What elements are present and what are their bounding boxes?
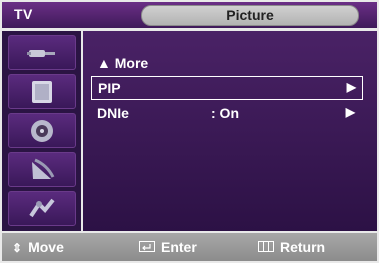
menu-item-label: PIP xyxy=(98,80,121,96)
return-key-icon xyxy=(258,241,274,255)
chevron-right-icon: ▶ xyxy=(345,105,355,119)
move-hint: ⇕ Move xyxy=(12,239,64,255)
button-guide: ⇕ Move Enter Return xyxy=(2,233,377,261)
setup-icon xyxy=(9,192,75,225)
osd-window: TV Picture ▲ More PIP ▶ DNIe: On ▶ ⇕ Mo… xyxy=(0,0,379,263)
menu-content: ▲ More PIP ▶ DNIe : On ▶ xyxy=(83,31,377,231)
menu-title: Picture xyxy=(226,7,274,23)
source-label: TV xyxy=(14,6,33,22)
menu-item-value: : On xyxy=(211,105,239,121)
menu-item-dnie[interactable]: DNIe : On ▶ xyxy=(91,102,361,124)
speaker-icon xyxy=(9,114,75,147)
sidebar-item-channel[interactable] xyxy=(8,152,76,187)
up-down-arrows-icon: ⇕ xyxy=(12,241,23,255)
sidebar-item-sound[interactable] xyxy=(8,113,76,148)
menu-title-pill: Picture xyxy=(141,5,359,26)
category-sidebar xyxy=(2,31,81,231)
sidebar-item-setup[interactable] xyxy=(8,191,76,226)
enter-hint: Enter xyxy=(139,239,197,255)
chevron-right-icon: ▶ xyxy=(346,80,356,94)
menu-item-more[interactable]: ▲ More xyxy=(91,52,361,74)
menu-item-pip[interactable]: PIP ▶ xyxy=(91,76,363,100)
enter-key-icon xyxy=(139,241,155,255)
sidebar-item-input[interactable] xyxy=(8,35,76,70)
picture-icon xyxy=(9,75,75,108)
satellite-icon xyxy=(9,153,75,186)
menu-item-label: ▲ More xyxy=(97,55,149,71)
antenna-icon xyxy=(9,36,75,69)
title-bar: TV Picture xyxy=(2,2,377,28)
sidebar-item-picture[interactable] xyxy=(8,74,76,109)
menu-item-label: DNIe xyxy=(97,105,129,121)
return-hint: Return xyxy=(258,239,325,255)
